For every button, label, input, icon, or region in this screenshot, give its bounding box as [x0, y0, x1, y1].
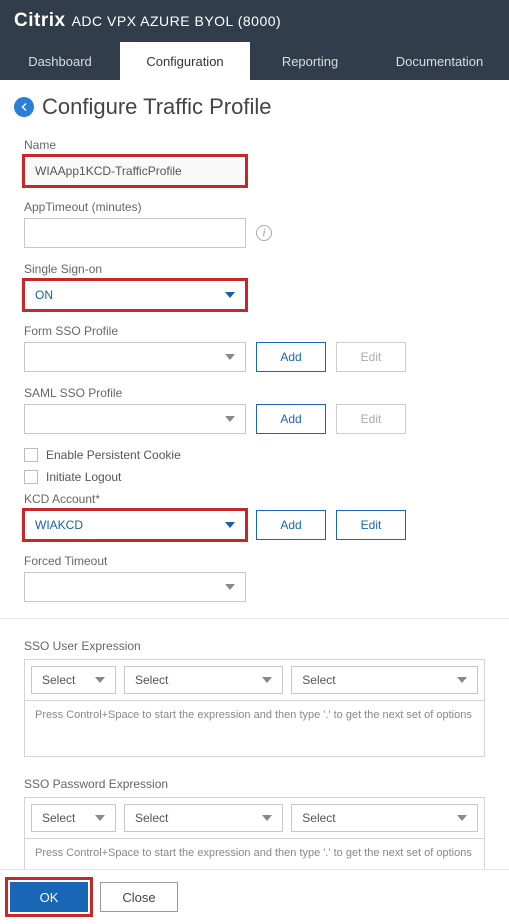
main-tabs: Dashboard Configuration Reporting Docume…	[0, 42, 509, 80]
footer-bar: OK Close	[0, 869, 509, 924]
sso-pwd-expr-label: SSO Password Expression	[24, 777, 485, 791]
sso-user-expr-label: SSO User Expression	[24, 639, 485, 653]
chevron-down-icon	[262, 677, 272, 683]
title-row: Configure Traffic Profile	[0, 80, 509, 138]
chevron-down-icon	[225, 416, 235, 422]
chevron-down-icon	[262, 815, 272, 821]
info-icon[interactable]: i	[256, 225, 272, 241]
page-title: Configure Traffic Profile	[42, 94, 271, 120]
field-forced-timeout: Forced Timeout	[24, 554, 485, 602]
initiate-logout-label: Initiate Logout	[46, 470, 121, 484]
saml-sso-label: SAML SSO Profile	[24, 386, 485, 400]
chevron-down-icon	[225, 354, 235, 360]
ok-button[interactable]: OK	[10, 882, 88, 912]
field-kcd: KCD Account* WIAKCD Add Edit	[24, 492, 485, 540]
sso-pwd-expr-selects: Select Select Select	[24, 797, 485, 839]
sso-select[interactable]: ON	[24, 280, 246, 310]
apptimeout-input[interactable]	[24, 218, 246, 248]
sso-value: ON	[35, 288, 53, 302]
chevron-down-icon	[225, 292, 235, 298]
field-apptimeout: AppTimeout (minutes) i	[24, 200, 485, 248]
tab-dashboard[interactable]: Dashboard	[0, 42, 120, 80]
form-sso-add-button[interactable]: Add	[256, 342, 326, 372]
persistent-cookie-label: Enable Persistent Cookie	[46, 448, 181, 462]
sso-pwd-expr-select-3[interactable]: Select	[291, 804, 478, 832]
field-sso: Single Sign-on ON	[24, 262, 485, 310]
chevron-down-icon	[95, 815, 105, 821]
field-name: Name	[24, 138, 485, 186]
saml-sso-select[interactable]	[24, 404, 246, 434]
form-body: Name AppTimeout (minutes) i Single Sign-…	[0, 138, 509, 895]
apptimeout-label: AppTimeout (minutes)	[24, 200, 485, 214]
sso-user-expr-select-1[interactable]: Select	[31, 666, 116, 694]
form-sso-label: Form SSO Profile	[24, 324, 485, 338]
divider	[0, 618, 509, 619]
sso-label: Single Sign-on	[24, 262, 485, 276]
chevron-down-icon	[457, 815, 467, 821]
sso-pwd-expr-select-2[interactable]: Select	[124, 804, 283, 832]
field-form-sso: Form SSO Profile Add Edit	[24, 324, 485, 372]
saml-sso-edit-button: Edit	[336, 404, 406, 434]
app-header: Citrix ADC VPX AZURE BYOL (8000)	[0, 0, 509, 42]
sso-pwd-expr-select-1[interactable]: Select	[31, 804, 116, 832]
persistent-cookie-row[interactable]: Enable Persistent Cookie	[24, 448, 485, 462]
arrow-left-icon	[18, 101, 30, 113]
product-name: ADC VPX AZURE BYOL (8000)	[72, 13, 282, 29]
back-button[interactable]	[14, 97, 34, 117]
sso-user-expr-selects: Select Select Select	[24, 659, 485, 701]
sso-user-expr-hint[interactable]: Press Control+Space to start the express…	[24, 701, 485, 757]
kcd-value: WIAKCD	[35, 518, 83, 532]
form-sso-edit-button: Edit	[336, 342, 406, 372]
chevron-down-icon	[225, 584, 235, 590]
forced-timeout-select[interactable]	[24, 572, 246, 602]
chevron-down-icon	[95, 677, 105, 683]
chevron-down-icon	[457, 677, 467, 683]
initiate-logout-row[interactable]: Initiate Logout	[24, 470, 485, 484]
kcd-add-button[interactable]: Add	[256, 510, 326, 540]
chevron-down-icon	[225, 522, 235, 528]
forced-timeout-label: Forced Timeout	[24, 554, 485, 568]
tab-configuration[interactable]: Configuration	[120, 42, 250, 80]
sso-user-expr-select-2[interactable]: Select	[124, 666, 283, 694]
tab-documentation[interactable]: Documentation	[370, 42, 509, 80]
sso-user-expr-select-3[interactable]: Select	[291, 666, 478, 694]
form-sso-select[interactable]	[24, 342, 246, 372]
kcd-edit-button[interactable]: Edit	[336, 510, 406, 540]
close-button[interactable]: Close	[100, 882, 178, 912]
kcd-select[interactable]: WIAKCD	[24, 510, 246, 540]
name-label: Name	[24, 138, 485, 152]
saml-sso-add-button[interactable]: Add	[256, 404, 326, 434]
field-saml-sso: SAML SSO Profile Add Edit	[24, 386, 485, 434]
tab-reporting[interactable]: Reporting	[250, 42, 370, 80]
sso-user-expr-section: SSO User Expression Select Select Select…	[24, 639, 485, 757]
kcd-label: KCD Account*	[24, 492, 485, 506]
initiate-logout-checkbox[interactable]	[24, 470, 38, 484]
brand-name: Citrix	[14, 10, 66, 32]
persistent-cookie-checkbox[interactable]	[24, 448, 38, 462]
name-input[interactable]	[24, 156, 246, 186]
